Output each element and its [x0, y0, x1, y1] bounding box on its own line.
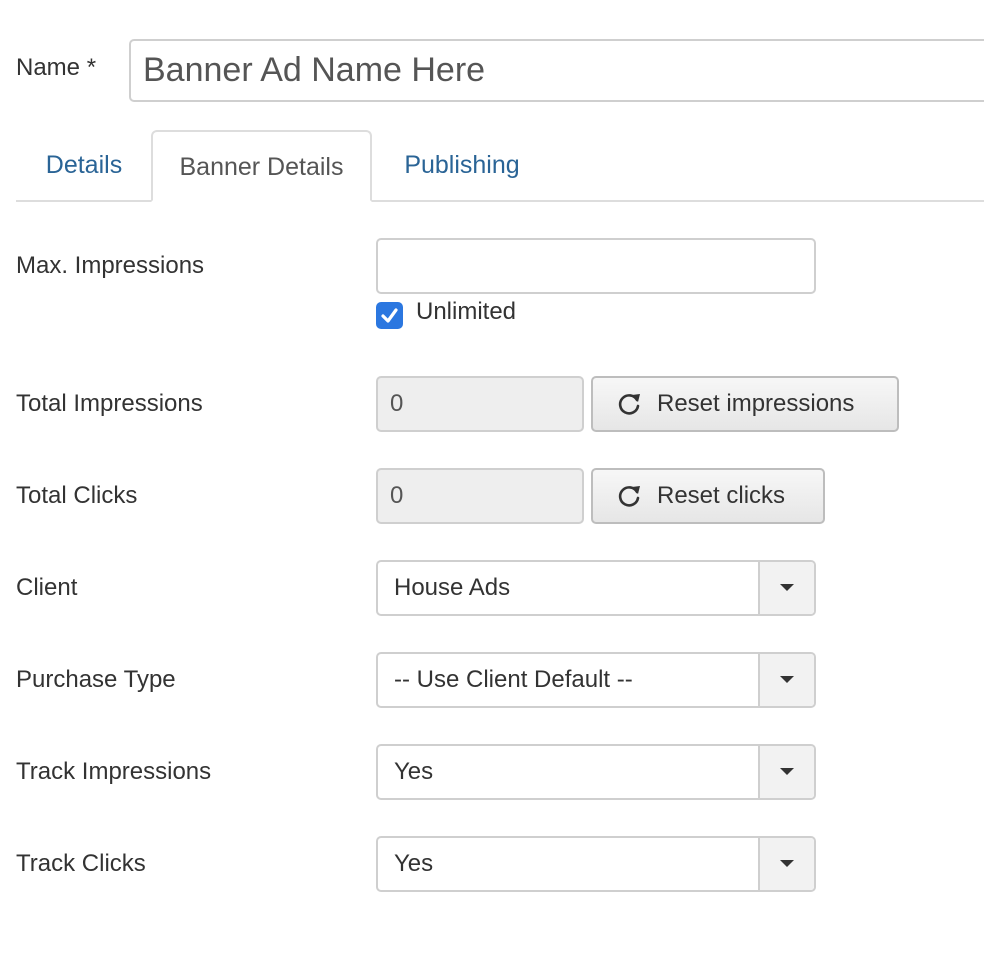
tab-publishing[interactable]: Publishing — [372, 130, 552, 202]
name-input[interactable] — [129, 39, 984, 102]
name-label: Name * — [16, 54, 97, 81]
client-select[interactable]: House Ads — [376, 560, 816, 616]
track-impressions-select-value: Yes — [394, 758, 434, 785]
caret-down-icon — [780, 676, 794, 683]
purchase-type-label: Purchase Type — [16, 666, 176, 693]
reset-impressions-label: Reset impressions — [657, 390, 855, 417]
caret-down-icon — [780, 768, 794, 775]
refresh-icon — [617, 392, 643, 416]
tab-banner-details[interactable]: Banner Details — [151, 130, 372, 202]
track-clicks-select[interactable]: Yes — [376, 836, 816, 892]
caret-down-icon — [780, 584, 794, 591]
track-impressions-select[interactable]: Yes — [376, 744, 816, 800]
unlimited-checkbox[interactable] — [376, 302, 403, 329]
client-dropdown-toggle[interactable] — [758, 562, 814, 614]
track-clicks-label: Track Clicks — [16, 850, 146, 877]
total-clicks-label: Total Clicks — [16, 482, 138, 509]
total-impressions-input — [376, 376, 584, 432]
total-clicks-input — [376, 468, 584, 524]
reset-clicks-button[interactable]: Reset clicks — [591, 468, 825, 524]
unlimited-label[interactable]: Unlimited — [416, 298, 516, 326]
caret-down-icon — [780, 860, 794, 867]
total-impressions-label: Total Impressions — [16, 390, 203, 417]
refresh-icon — [617, 484, 643, 508]
tab-details[interactable]: Details — [16, 130, 152, 202]
purchase-type-dropdown-toggle[interactable] — [758, 654, 814, 706]
track-clicks-select-value: Yes — [394, 850, 434, 877]
max-impressions-input[interactable] — [376, 238, 816, 294]
track-impressions-label: Track Impressions — [16, 758, 212, 785]
max-impressions-label: Max. Impressions — [16, 252, 205, 279]
track-impressions-dropdown-toggle[interactable] — [758, 746, 814, 798]
reset-clicks-label: Reset clicks — [657, 482, 786, 509]
client-label: Client — [16, 574, 78, 601]
purchase-type-select-value: -- Use Client Default -- — [394, 666, 633, 693]
purchase-type-select[interactable]: -- Use Client Default -- — [376, 652, 816, 708]
reset-impressions-button[interactable]: Reset impressions — [591, 376, 899, 432]
checkmark-icon — [381, 308, 398, 323]
track-clicks-dropdown-toggle[interactable] — [758, 838, 814, 890]
client-select-value: House Ads — [394, 574, 511, 601]
